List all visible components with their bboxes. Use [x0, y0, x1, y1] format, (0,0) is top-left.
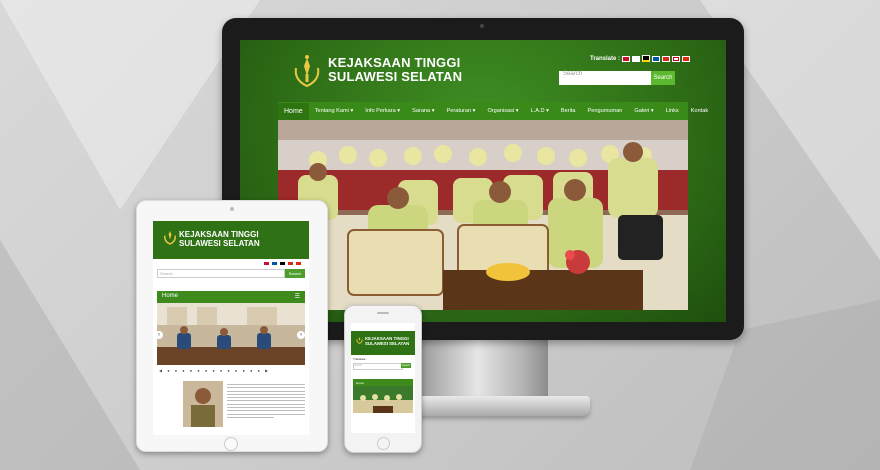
phone-home-button[interactable] — [377, 437, 390, 450]
phone-device: KEJAKSAAN TINGGI SULAWESI SELATAN Transl… — [344, 305, 422, 453]
nav-item-links[interactable]: Links — [660, 108, 685, 114]
camera — [480, 24, 484, 28]
flag-icon[interactable] — [672, 55, 681, 62]
hamburger-menu-icon[interactable]: ☰ — [295, 293, 300, 300]
tablet-nav-home[interactable]: Home — [162, 293, 178, 299]
nav-item-sarana[interactable]: Sarana ▾ — [406, 108, 440, 114]
translate-bar: Translate : — [590, 55, 691, 62]
flag-icon[interactable] — [271, 261, 278, 266]
tablet-website: KEJAKSAAN TINGGI SULAWESI SELATAN Search… — [153, 221, 309, 435]
translate-label: Translate : — [590, 55, 621, 62]
emblem-logo-icon[interactable] — [163, 227, 177, 247]
main-navigation: Home Tentang Kami ▾ Info Perkara ▾ Saran… — [278, 102, 708, 120]
site-title-line2: SULAWESI SELATAN — [328, 69, 463, 84]
flag-icon[interactable] — [662, 55, 671, 62]
tablet-device: KEJAKSAAN TINGGI SULAWESI SELATAN Search… — [136, 200, 328, 452]
phone-search-input[interactable]: Search — [353, 363, 403, 370]
flag-icon[interactable] — [263, 261, 270, 266]
nav-item-home[interactable]: Home — [278, 102, 309, 120]
nav-item-galeri[interactable]: Galeri ▾ — [628, 108, 659, 114]
flag-icon[interactable] — [642, 55, 651, 62]
flag-icon[interactable] — [279, 261, 286, 266]
phone-slider-photo[interactable] — [353, 386, 413, 413]
phone-translate-label: Translate : — [353, 357, 368, 361]
tablet-translate-flags — [263, 261, 302, 266]
nav-item-peraturan[interactable]: Peraturan ▾ — [441, 108, 482, 114]
nav-item-organisasi[interactable]: Organisasi ▾ — [481, 108, 524, 114]
speaker — [377, 312, 389, 314]
phone-nav-home[interactable]: Home — [356, 381, 364, 385]
tablet-search-button[interactable]: Search — [285, 269, 305, 278]
tablet-navigation[interactable]: Home ☰ — [157, 291, 305, 303]
emblem-logo-icon[interactable] — [292, 54, 322, 88]
camera — [230, 207, 234, 211]
search-input[interactable]: Search — [559, 71, 651, 85]
flag-icon[interactable] — [295, 261, 302, 266]
phone-search-button[interactable]: Search — [401, 363, 411, 368]
nav-item-tentang-kami[interactable]: Tentang Kami ▾ — [309, 108, 360, 114]
site-title-line1: KEJAKSAAN TINGGI — [179, 230, 259, 239]
site-title-line2: SULAWESI SELATAN — [179, 239, 260, 248]
flag-icon[interactable] — [652, 55, 661, 62]
nav-item-lad[interactable]: L.A.D ▾ — [525, 108, 555, 114]
monitor-stand-neck — [420, 336, 548, 404]
tablet-slider-photo[interactable] — [157, 303, 305, 365]
nav-item-kontak[interactable]: Kontak — [685, 108, 714, 114]
flag-icon[interactable] — [622, 55, 631, 62]
nav-item-info-perkara[interactable]: Info Perkara ▾ — [359, 108, 406, 114]
tablet-search-input[interactable]: Search — [157, 269, 285, 278]
phone-website: KEJAKSAAN TINGGI SULAWESI SELATAN Transl… — [351, 323, 415, 433]
phone-site-title[interactable]: KEJAKSAAN TINGGI SULAWESI SELATAN — [365, 336, 409, 346]
flag-icon[interactable] — [287, 261, 294, 266]
flag-icon[interactable] — [632, 55, 641, 62]
emblem-logo-icon[interactable] — [356, 335, 363, 345]
official-portrait — [183, 381, 223, 427]
site-title[interactable]: KEJAKSAAN TINGGI SULAWESI SELATAN — [328, 56, 462, 84]
tablet-site-title[interactable]: KEJAKSAAN TINGGI SULAWESI SELATAN — [179, 230, 260, 248]
search-button[interactable]: Search — [651, 71, 675, 85]
chevron-right-icon[interactable]: › — [297, 331, 305, 339]
site-title-line1: KEJAKSAAN TINGGI — [328, 55, 461, 70]
nav-item-berita[interactable]: Berita — [555, 108, 582, 114]
chevron-left-icon[interactable]: ‹ — [155, 331, 163, 339]
nav-item-pengumuman[interactable]: Pengumuman — [582, 108, 629, 114]
hero-slider-photo[interactable] — [278, 120, 688, 310]
tablet-home-button[interactable] — [224, 437, 238, 451]
site-title-line2: SULAWESI SELATAN — [365, 341, 410, 346]
slider-pagination[interactable]: ◀ ● ● ● ● ● ● ● ● ● ● ● ● ● ▶ — [159, 368, 270, 373]
phone-navigation[interactable]: Home — [353, 379, 413, 386]
flag-icon[interactable] — [682, 55, 691, 62]
welcome-text-block — [227, 384, 305, 420]
